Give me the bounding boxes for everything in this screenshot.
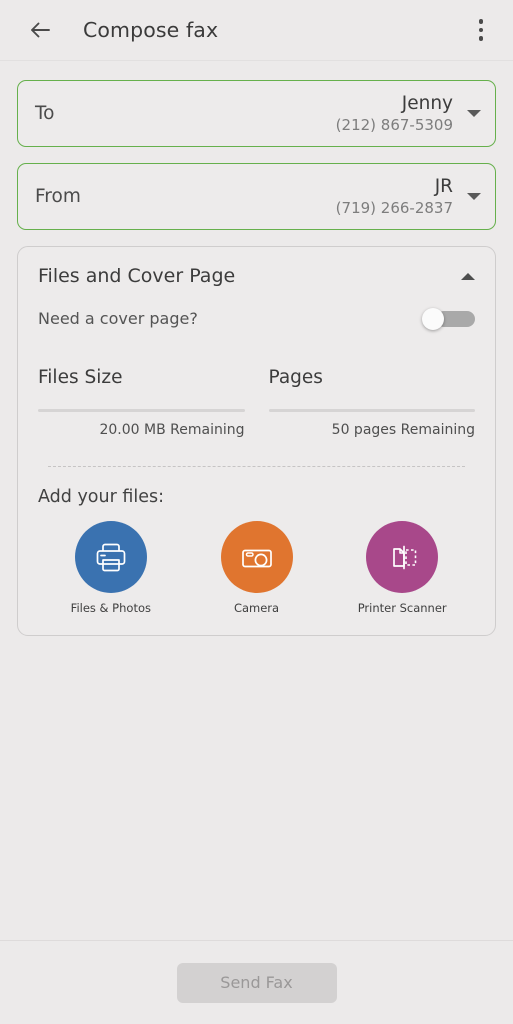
to-field-values: Jenny (212) 867-5309	[336, 93, 459, 134]
content-area: To Jenny (212) 867-5309 From JR (719) 26…	[0, 61, 513, 940]
to-contact-name: Jenny	[401, 93, 453, 115]
arrow-left-icon	[31, 22, 50, 38]
overflow-menu-button[interactable]	[463, 11, 499, 49]
to-field-label: To	[35, 103, 55, 124]
scanner-icon	[393, 545, 417, 570]
pages-caption: 50 pages Remaining	[331, 422, 475, 438]
more-vertical-icon-dot	[478, 19, 484, 24]
to-field[interactable]: To Jenny (212) 867-5309	[17, 80, 496, 147]
usage-meters: Files Size 20.00 MB Remaining Pages 50 p…	[38, 367, 475, 438]
pages-meter: Pages 50 pages Remaining	[268, 367, 475, 438]
source-camera[interactable]: Camera	[184, 521, 330, 615]
back-button[interactable]	[22, 12, 58, 48]
camera-icon	[241, 549, 272, 568]
files-and-photos-label: Files & Photos	[70, 601, 151, 615]
cover-page-row: Need a cover page?	[38, 308, 475, 330]
file-source-list: Files & Photos Camera Printer Scanner	[38, 521, 475, 615]
from-contact-name: JR	[434, 176, 453, 198]
from-contact-number: (719) 266-2837	[335, 198, 453, 217]
from-field-values: JR (719) 266-2837	[336, 176, 459, 217]
camera-bubble	[220, 521, 293, 593]
to-dropdown-chevron-down-icon[interactable]	[467, 110, 481, 117]
files-size-progress-bar	[38, 409, 245, 412]
from-field-label: From	[35, 186, 81, 207]
files-size-meter: Files Size 20.00 MB Remaining	[38, 367, 245, 438]
from-dropdown-chevron-down-icon[interactable]	[467, 193, 481, 200]
source-printer-scanner[interactable]: Printer Scanner	[329, 521, 475, 615]
files-size-caption: 20.00 MB Remaining	[99, 422, 245, 438]
pages-title: Pages	[268, 367, 323, 388]
send-fax-button[interactable]: Send Fax	[176, 962, 337, 1003]
card-title: Files and Cover Page	[38, 265, 236, 287]
files-size-title: Files Size	[38, 367, 123, 388]
to-contact-number: (212) 867-5309	[335, 115, 453, 134]
files-and-photos-bubble	[74, 521, 147, 593]
printer-scanner-bubble	[366, 521, 439, 593]
chevron-up-icon[interactable]	[461, 272, 475, 280]
more-vertical-icon-dot	[478, 27, 484, 33]
compose-fax-screen: Compose fax To Jenny (212) 867-5309 From…	[0, 0, 513, 1024]
add-files-label: Add your files:	[38, 487, 165, 507]
camera-label: Camera	[233, 601, 280, 615]
cover-page-label: Need a cover page?	[38, 309, 198, 328]
more-vertical-icon-dot	[478, 36, 484, 41]
printer-icon	[96, 543, 126, 572]
app-bar: Compose fax	[0, 0, 513, 61]
card-header[interactable]: Files and Cover Page	[38, 265, 475, 287]
toggle-knob	[422, 308, 444, 330]
divider	[48, 466, 465, 467]
from-field[interactable]: From JR (719) 266-2837	[17, 163, 496, 230]
cover-page-toggle[interactable]	[422, 308, 475, 330]
pages-progress-bar	[268, 409, 475, 412]
bottom-action-bar: Send Fax	[0, 940, 513, 1024]
page-title: Compose fax	[83, 18, 219, 42]
files-and-cover-page-card: Files and Cover Page Need a cover page? …	[17, 246, 496, 636]
source-files-and-photos[interactable]: Files & Photos	[38, 521, 184, 615]
printer-scanner-label: Printer Scanner	[357, 601, 447, 615]
